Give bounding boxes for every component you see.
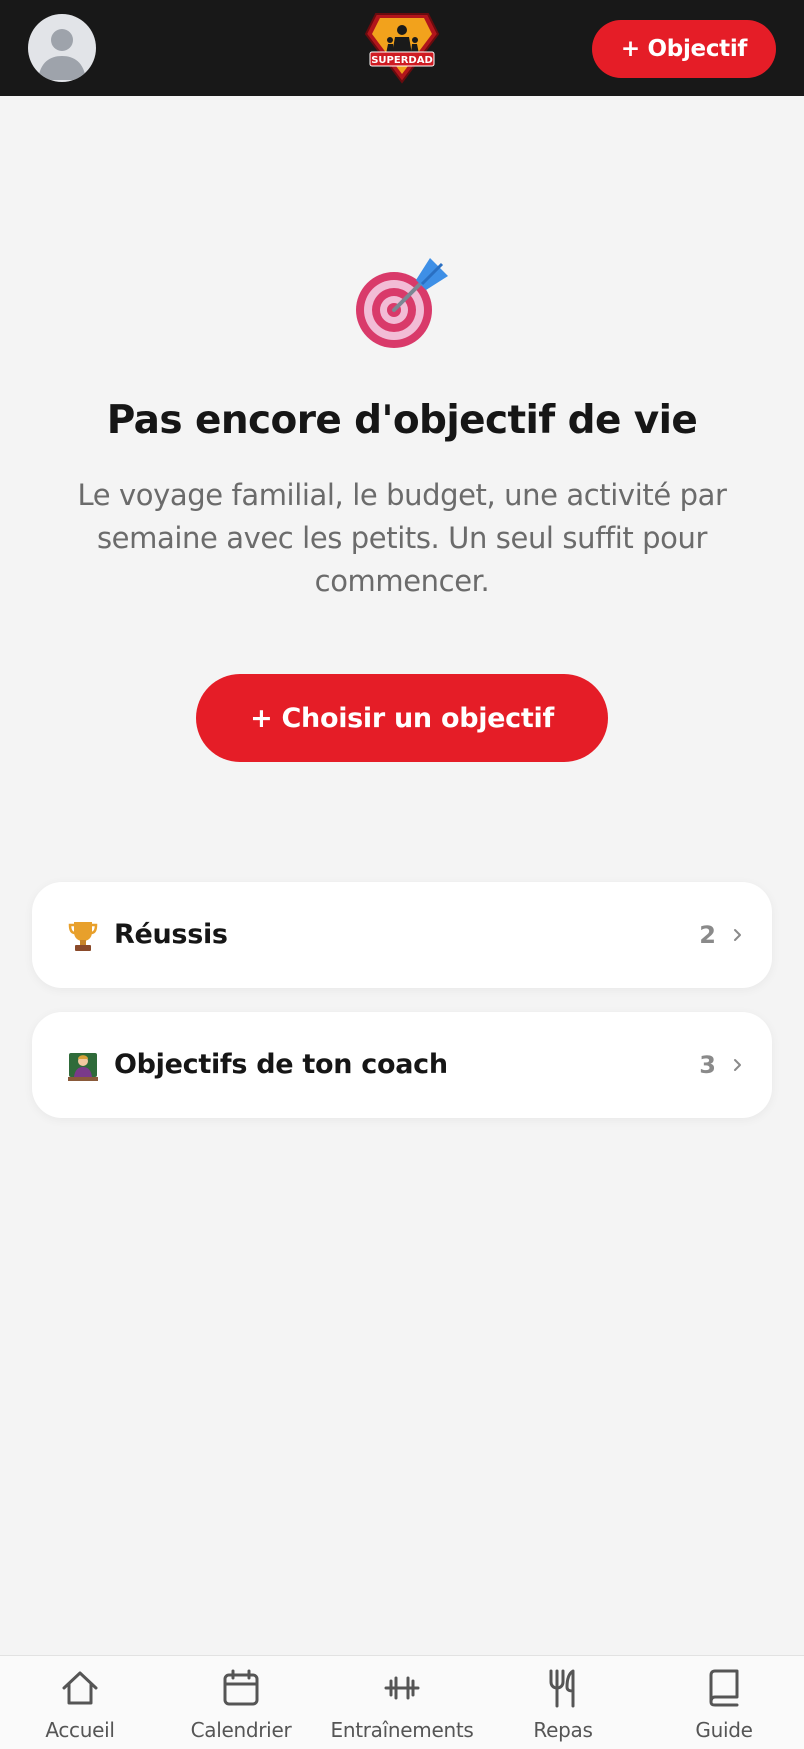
coach-goals-card[interactable]: Objectifs de ton coach 3 bbox=[32, 1012, 772, 1118]
trophy-icon bbox=[68, 920, 98, 952]
empty-state-description: Le voyage familial, le budget, une activ… bbox=[77, 478, 727, 598]
coach-icon bbox=[68, 1050, 98, 1082]
nav-label-meals: Repas bbox=[533, 1718, 593, 1742]
add-goal-button[interactable]: + Objectif bbox=[592, 20, 776, 78]
nav-item-workouts[interactable]: Entraînements bbox=[322, 1656, 482, 1749]
home-icon bbox=[60, 1668, 100, 1708]
dumbbell-icon bbox=[382, 1668, 422, 1708]
top-header: SUPERDAD + Objectif bbox=[0, 0, 804, 96]
nav-label-guide: Guide bbox=[695, 1718, 753, 1742]
nav-item-guide[interactable]: Guide bbox=[644, 1656, 804, 1749]
book-icon bbox=[704, 1668, 744, 1708]
calendar-icon bbox=[221, 1668, 261, 1708]
chevron-right-icon bbox=[732, 926, 744, 944]
achieved-goals-label: Réussis bbox=[114, 919, 228, 950]
achieved-goals-count: 2 bbox=[699, 921, 716, 949]
user-avatar-icon[interactable] bbox=[28, 14, 96, 82]
coach-goals-label: Objectifs de ton coach bbox=[114, 1049, 448, 1080]
empty-state-title: Pas encore d'objectif de vie bbox=[106, 398, 698, 443]
coach-goals-count: 3 bbox=[699, 1051, 716, 1079]
bottom-navigation: Accueil Calendrier Entraînements Repas G… bbox=[0, 1655, 804, 1749]
choose-goal-button[interactable]: + Choisir un objectif bbox=[196, 674, 608, 762]
chevron-right-icon bbox=[732, 1056, 744, 1074]
logo-text: SUPERDAD bbox=[371, 55, 433, 66]
fork-knife-icon bbox=[543, 1668, 583, 1708]
nav-label-workouts: Entraînements bbox=[330, 1718, 474, 1742]
nav-label-home: Accueil bbox=[45, 1718, 115, 1742]
target-dart-icon bbox=[352, 254, 452, 354]
nav-label-calendar: Calendrier bbox=[190, 1718, 292, 1742]
nav-item-meals[interactable]: Repas bbox=[483, 1656, 643, 1749]
nav-item-calendar[interactable]: Calendrier bbox=[161, 1656, 321, 1749]
achieved-goals-card[interactable]: Réussis 2 bbox=[32, 882, 772, 988]
nav-item-home[interactable]: Accueil bbox=[0, 1656, 160, 1749]
superdad-logo: SUPERDAD bbox=[362, 10, 442, 86]
